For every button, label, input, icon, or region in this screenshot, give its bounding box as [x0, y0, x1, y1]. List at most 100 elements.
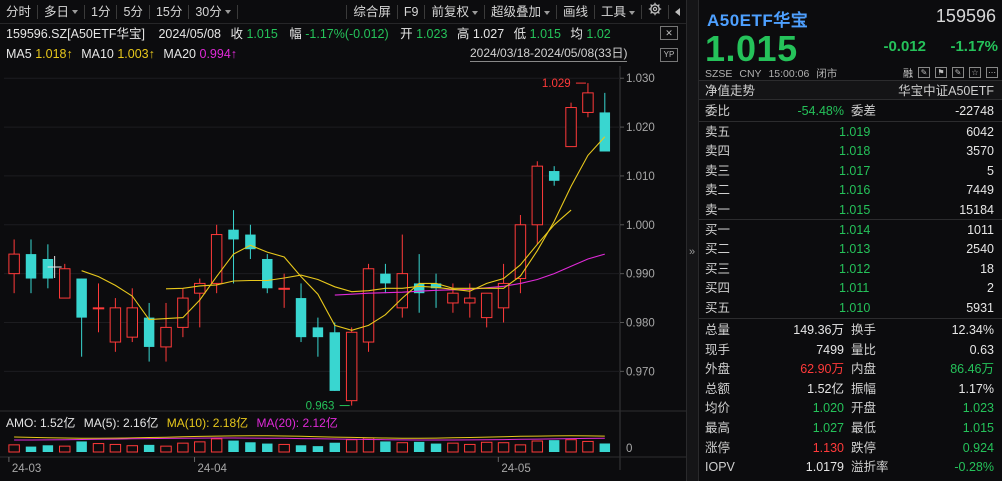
volume-bar — [278, 443, 290, 453]
draw-icon[interactable]: ✎ — [918, 67, 930, 78]
stat-value: 149.36万 — [793, 323, 844, 337]
volume-bar — [599, 443, 611, 452]
ask-volume: 7449 — [966, 183, 994, 198]
candle-body — [194, 282, 206, 294]
volume-bar — [480, 441, 493, 453]
kline-chart[interactable]: 1.030 1.020 1.010 1.000 0.990 0.980 0.970 1.029… — [0, 0, 686, 481]
volume-bar — [92, 443, 105, 453]
nav-trend-row[interactable]: 净值走势 华宝中证A50ETF — [699, 80, 1002, 100]
candle-body — [278, 287, 290, 290]
bid-volume: 18 — [980, 261, 994, 276]
security-code: 159596 — [935, 6, 996, 26]
volume-zero-label: 0 — [626, 443, 632, 455]
high-marker-label: 1.029 — [542, 78, 571, 90]
last-price: 1.015 — [705, 28, 798, 69]
star-icon[interactable]: ☆ — [969, 67, 981, 78]
stats-row: 最高 1.027 最低 1.015 — [699, 418, 1002, 438]
ask-volume: 5 — [987, 163, 994, 178]
chevron-right-icon: » — [689, 246, 696, 258]
stat-value: 12.34% — [951, 323, 994, 337]
volume-bar — [126, 445, 138, 453]
ask-price: 1.016 — [839, 183, 871, 198]
bid-volume: 1011 — [967, 223, 994, 237]
vol-ma20-label: MA(20): 2.12亿 — [256, 416, 338, 430]
volume-bar — [160, 445, 172, 453]
bid-row[interactable]: 买一 1.014 1011 — [699, 220, 1002, 240]
bid-level-label: 买三 — [705, 261, 731, 276]
volume-bar — [76, 441, 87, 452]
volume-bar — [329, 442, 341, 452]
ask-level-label: 卖三 — [705, 163, 731, 178]
volume-bar — [245, 442, 256, 452]
more-icon[interactable]: ⋯ — [986, 67, 998, 78]
ask-row[interactable]: 卖五 1.019 6042 — [699, 122, 1002, 142]
vol-ma10-label: MA(10): 2.18亿 — [166, 416, 249, 430]
margin-icon[interactable]: 融 — [903, 65, 913, 80]
x-tick-label: 24-05 — [501, 463, 530, 475]
candle-body — [599, 112, 611, 152]
bid-price: 1.014 — [839, 223, 871, 237]
candle-body — [8, 253, 20, 275]
volume-bar — [497, 442, 510, 453]
volume-bar — [447, 442, 459, 453]
bid-row[interactable]: 买四 1.011 2 — [699, 278, 1002, 298]
candle-body — [177, 297, 189, 328]
y-tick-label: 1.020 — [626, 122, 655, 134]
stats-row: 涨停 1.130 跌停 0.924 — [699, 438, 1002, 458]
volume-bar — [177, 442, 189, 453]
bid-row[interactable]: 买五 1.010 5931 — [699, 298, 1002, 318]
ask-row[interactable]: 卖二 1.016 7449 — [699, 180, 1002, 200]
stat-label: IOPV — [705, 460, 735, 475]
alert-icon[interactable]: ⚑ — [935, 67, 947, 78]
ask-row[interactable]: 卖四 1.018 3570 — [699, 141, 1002, 161]
ask-level-label: 卖一 — [705, 202, 731, 217]
ask-volume: 6042 — [966, 125, 994, 139]
volume-bar — [262, 443, 273, 452]
bid-level-label: 买四 — [705, 281, 731, 296]
bid-row[interactable]: 买二 1.013 2540 — [699, 239, 1002, 259]
stat-label: 量比 — [851, 342, 877, 357]
stat-label: 溢折率 — [851, 460, 889, 475]
ask-row[interactable]: 卖三 1.017 5 — [699, 161, 1002, 181]
quote-meta: SZSE CNY 15:00:06 闭市 — [705, 66, 841, 81]
candle-body — [362, 268, 375, 343]
nav-index-name: 华宝中证A50ETF — [898, 84, 994, 98]
stat-label: 均价 — [705, 401, 731, 416]
low-marker-label: 0.963 — [306, 401, 335, 413]
candle-body — [228, 229, 239, 240]
bid-price: 1.013 — [839, 242, 871, 257]
panel-collapse-handle[interactable]: » — [686, 0, 699, 481]
volume-bar — [396, 442, 409, 453]
y-tick-label: 0.980 — [626, 318, 655, 330]
volume-bar — [59, 445, 71, 453]
candle-body — [582, 92, 594, 113]
volume-bar — [228, 440, 239, 452]
ma20-line — [334, 253, 605, 296]
stat-value: 7499 — [816, 342, 844, 357]
bid-volume: 5931 — [966, 300, 994, 315]
note-icon[interactable]: ✎ — [952, 67, 964, 78]
stat-value: 1.52亿 — [807, 381, 844, 396]
y-tick-label: 1.010 — [626, 171, 655, 183]
stat-label: 开盘 — [851, 401, 877, 416]
bid-row[interactable]: 买三 1.012 18 — [699, 259, 1002, 279]
ask-row[interactable]: 卖一 1.015 15184 — [699, 200, 1002, 220]
stat-label: 现手 — [705, 342, 731, 357]
candle-body — [531, 165, 544, 226]
candle-body — [396, 273, 409, 309]
ask-volume: 15184 — [959, 202, 994, 217]
ask-price: 1.019 — [839, 125, 871, 139]
amo-label: AMO: 1.52亿 — [6, 416, 76, 430]
bid-volume: 2 — [987, 281, 994, 296]
stat-value: 1.027 — [812, 421, 844, 435]
candle-body — [447, 292, 459, 304]
exchange-label: SZSE — [705, 68, 733, 80]
stat-label: 总额 — [705, 381, 731, 396]
volume-bar — [143, 444, 155, 452]
stat-value: 1.17% — [958, 381, 994, 396]
volume-bar — [25, 446, 37, 452]
stat-value: 62.90万 — [800, 362, 844, 377]
bid-level-label: 买二 — [705, 242, 731, 257]
volume-bar — [42, 445, 54, 452]
kline-panel[interactable]: 分时 多日 1分 5分 15分 30分 综合屏 F9 前复权 超级叠加 画线 工… — [0, 0, 686, 481]
